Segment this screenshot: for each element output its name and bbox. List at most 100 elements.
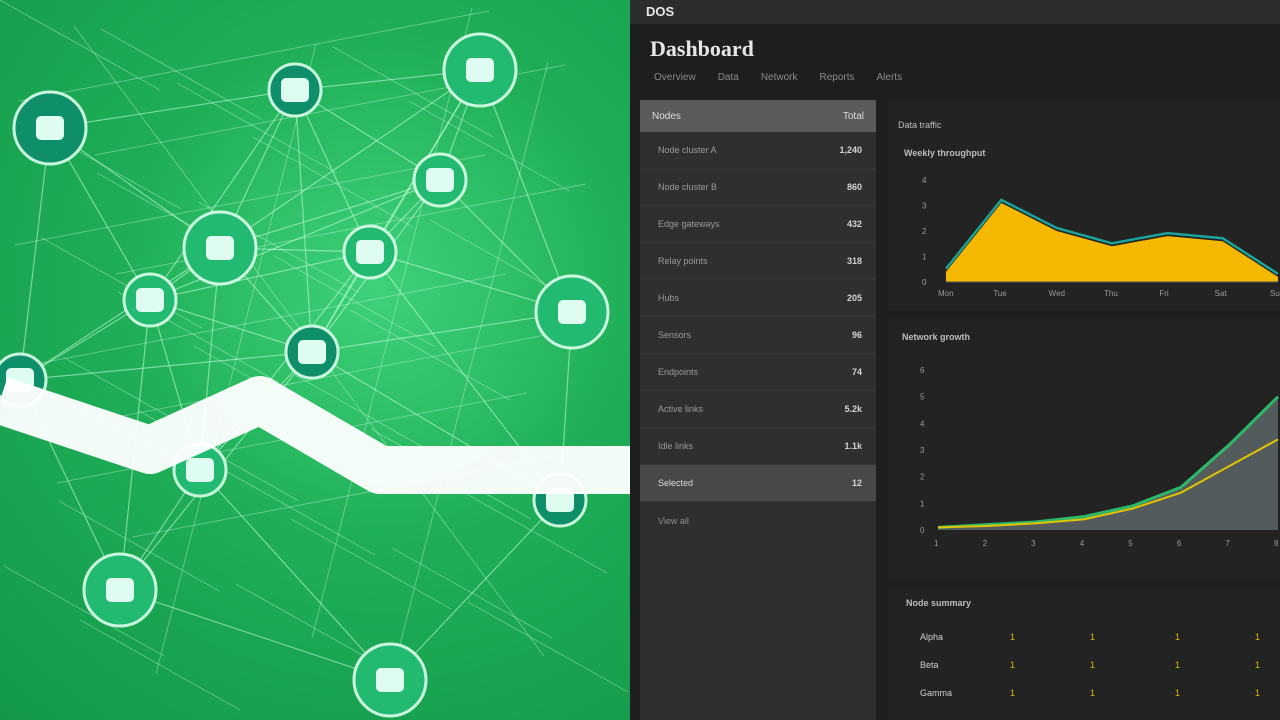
x-tick-label: Fri	[1159, 289, 1169, 298]
network-link	[19, 127, 51, 381]
sidebar-item-value: 1,240	[839, 145, 862, 155]
sidebar-item[interactable]: Edge gateways 432	[640, 206, 876, 243]
x-tick-label: Sat	[1215, 289, 1228, 298]
tab-reports[interactable]: Reports	[816, 70, 859, 85]
sidebar-item[interactable]: Hubs 205	[640, 280, 876, 317]
table-cell: 1	[1010, 632, 1016, 642]
network-link	[311, 7, 473, 639]
sidebar-item-value: 860	[846, 182, 862, 192]
network-link	[467, 601, 629, 693]
sidebar-item-label: Relay points	[658, 256, 708, 266]
x-tick-label: 3	[1031, 539, 1036, 548]
table-cell: Beta	[920, 660, 939, 670]
network-node-icon	[466, 58, 494, 82]
table-cell: 1	[1255, 632, 1261, 642]
x-tick-label: 4	[1080, 539, 1085, 548]
traffic-panel-subtitle: Weekly throughput	[904, 148, 986, 158]
page-title: Dashboard	[650, 36, 754, 61]
network-link	[79, 619, 241, 711]
x-tick-label: Thu	[1104, 289, 1118, 298]
tab-data[interactable]: Data	[714, 70, 743, 85]
app-name: DOS	[646, 4, 675, 19]
sidebar-item[interactable]: Sensors 96	[640, 317, 876, 354]
y-tick-label: 2	[920, 473, 925, 482]
network-link	[290, 518, 452, 610]
y-tick-label: 1	[920, 499, 925, 508]
trend-ribbon	[0, 376, 630, 494]
sidebar-header-label: Nodes	[652, 110, 681, 122]
sidebar-item-label: Active links	[658, 404, 704, 414]
network-node-icon	[281, 78, 309, 102]
network-link	[391, 547, 553, 639]
sidebar-header[interactable]: Nodes Total	[640, 100, 876, 132]
summary-panel: Node summary	[888, 588, 1280, 720]
sidebar-item-label: Hubs	[658, 293, 680, 303]
table-cell: 1	[1090, 660, 1096, 670]
y-tick-label: 3	[922, 202, 927, 211]
summary-panel-title: Node summary	[906, 598, 972, 608]
sidebar-item-label: Selected	[658, 478, 694, 488]
network-node-icon	[106, 578, 134, 602]
table-cell: 1	[1255, 688, 1261, 698]
sidebar-item[interactable]: Relay points 318	[640, 243, 876, 280]
sidebar-item-value: 5.2k	[844, 404, 862, 414]
sidebar-list: Node cluster A 1,240 Node cluster B 860 Edge…	[640, 132, 876, 502]
sidebar-item-value: 74	[851, 367, 862, 377]
table-cell: 1	[1175, 632, 1181, 642]
sidebar-item[interactable]: Idle links 1.1k	[640, 428, 876, 465]
table-cell: 1	[1255, 660, 1261, 670]
sidebar: Nodes Total Node cluster A 1,240 Node clus…	[640, 100, 876, 720]
title-bar: DOS	[630, 0, 1280, 24]
sidebar-item-value: 12	[851, 478, 862, 488]
y-tick-label: 5	[920, 393, 925, 402]
sidebar-item[interactable]: Endpoints 74	[640, 354, 876, 391]
table-cell: Alpha	[920, 632, 944, 642]
y-tick-label: 1	[922, 253, 927, 262]
sidebar-item-value: 432	[846, 219, 862, 229]
table-cell: 1	[1010, 688, 1016, 698]
table-cell: 1	[1090, 688, 1096, 698]
network-node-icon	[426, 168, 454, 192]
tab-bar: Overview Data Network Reports Alerts	[650, 70, 906, 85]
sidebar-item-label: Endpoints	[658, 367, 699, 377]
y-tick-label: 4	[922, 176, 927, 185]
x-tick-label: 7	[1225, 539, 1230, 548]
growth-panel: Network growth 012345612345678	[888, 318, 1280, 580]
growth-line-chart: 01234561 2 3 4 5 6 7 8	[920, 366, 1280, 548]
x-tick-label: Tue	[993, 289, 1007, 298]
table-cell: 1	[1175, 688, 1181, 698]
x-tick-label: 1	[934, 539, 939, 548]
tab-alerts[interactable]: Alerts	[873, 70, 907, 85]
network-link	[0, 0, 161, 91]
x-tick-label: 5	[1128, 539, 1133, 548]
network-hero-image	[0, 0, 630, 720]
table-cell: 1	[1175, 660, 1181, 670]
x-tick-label: Sun	[1270, 289, 1280, 298]
tab-network[interactable]: Network	[757, 70, 802, 85]
sidebar-item-label: Edge gateways	[658, 219, 720, 229]
sidebar-footer-link[interactable]: View all	[640, 502, 876, 540]
sidebar-item[interactable]: Node cluster B 860	[640, 169, 876, 206]
tab-overview[interactable]: Overview	[650, 70, 700, 85]
network-link	[18, 10, 490, 102]
network-link	[100, 28, 262, 120]
y-tick-label: 6	[920, 366, 925, 375]
sidebar-item[interactable]: Selected 12	[640, 465, 876, 502]
x-tick-label: 2	[983, 539, 988, 548]
y-tick-label: 0	[922, 278, 927, 287]
y-tick-label: 4	[920, 419, 925, 428]
sidebar-item[interactable]: Active links 5.2k	[640, 391, 876, 428]
table-cell: Gamma	[920, 688, 953, 698]
network-node-icon	[376, 668, 404, 692]
x-tick-label: Mon	[938, 289, 954, 298]
sidebar-header-value: Total	[842, 110, 864, 122]
network-link	[349, 309, 511, 401]
sidebar-item-value: 96	[851, 330, 862, 340]
sidebar-item-label: Idle links	[658, 441, 694, 451]
network-node-icon	[356, 240, 384, 264]
traffic-panel-title: Data traffic	[898, 120, 942, 130]
y-tick-label: 3	[920, 446, 925, 455]
y-tick-label: 0	[920, 526, 925, 535]
sidebar-item[interactable]: Node cluster A 1,240	[640, 132, 876, 169]
table-cell: 1	[1010, 660, 1016, 670]
